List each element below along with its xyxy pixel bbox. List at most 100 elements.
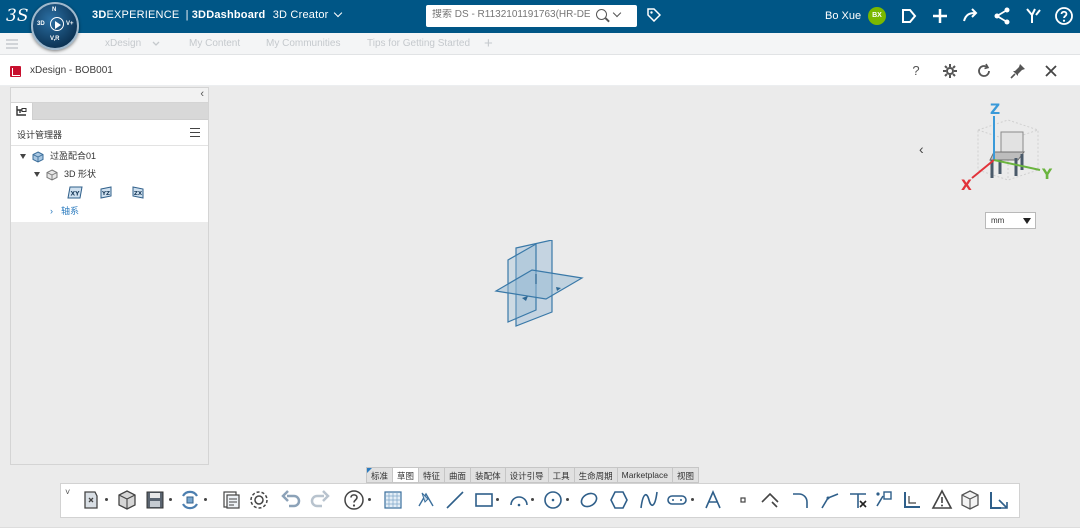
sketch-chamfer-button[interactable] — [818, 488, 842, 512]
search-box[interactable] — [426, 5, 637, 27]
search-dropdown-icon[interactable] — [612, 8, 622, 18]
dropdown-dot[interactable] — [566, 498, 569, 501]
tag-icon[interactable] — [647, 8, 661, 22]
compass-widget[interactable]: N 3D V+ V,R — [31, 2, 79, 50]
chevron-right-icon[interactable]: › — [50, 206, 53, 216]
toolbar-collapse-icon[interactable]: ˅ — [65, 487, 70, 497]
expand-triangle-icon[interactable] — [20, 154, 26, 160]
dropdown-dot[interactable] — [691, 498, 694, 501]
dropdown-dot[interactable] — [531, 498, 534, 501]
tab-sketch[interactable]: 草图 — [393, 467, 420, 483]
help-icon[interactable]: ? — [906, 61, 926, 81]
exit-sketch-button[interactable] — [987, 488, 1011, 512]
zx-plane-icon[interactable]: ZX — [132, 186, 144, 199]
view-cube[interactable]: Z X Y — [958, 100, 1058, 200]
rectangle-button[interactable] — [472, 488, 496, 512]
compass-play-icon[interactable] — [50, 17, 64, 31]
tab-my-content[interactable]: My Content — [189, 38, 240, 49]
tab-tree[interactable] — [11, 103, 33, 120]
forward-share-icon[interactable] — [961, 6, 981, 26]
dropdown-dot[interactable] — [368, 498, 371, 501]
mirror-button[interactable] — [930, 488, 954, 512]
search-icon[interactable] — [596, 9, 607, 20]
trim-button[interactable] — [846, 488, 870, 512]
convert-entities-button[interactable] — [900, 488, 924, 512]
dropdown-dot[interactable] — [169, 498, 172, 501]
tab-marketplace[interactable]: Marketplace — [617, 467, 673, 483]
user-name[interactable]: Bo Xue — [825, 10, 861, 22]
share-tag-icon[interactable] — [899, 6, 919, 26]
ds-logo-icon[interactable]: 3S — [6, 6, 28, 26]
tab-tools[interactable]: 工具 — [548, 467, 575, 483]
help-circle-icon[interactable] — [1054, 6, 1074, 26]
tab-surface[interactable]: 曲面 — [445, 467, 472, 483]
tab-chevron-down-icon[interactable] — [152, 41, 160, 47]
smart-dimension-button[interactable] — [414, 488, 438, 512]
menu-icon[interactable] — [190, 128, 200, 137]
xdesign-app-icon — [10, 66, 21, 77]
app-name[interactable]: 3D Creator — [273, 9, 329, 21]
sketch-fillet-button[interactable] — [789, 488, 813, 512]
avatar[interactable]: BX — [868, 7, 886, 25]
ellipse-button[interactable] — [577, 488, 601, 512]
apps-compass-icon[interactable] — [1023, 6, 1043, 26]
dropdown-dot[interactable] — [496, 498, 499, 501]
design-manager-panel: ‹ 设计管理器 过盈配合01 3D 形状 XY YZ ZX › 轴系 — [10, 87, 209, 465]
dropdown-dot[interactable] — [105, 498, 108, 501]
dropdown-dot[interactable] — [204, 498, 207, 501]
help-button[interactable] — [342, 488, 366, 512]
update-button[interactable] — [178, 488, 202, 512]
tree-item-axes[interactable]: › 轴系 — [50, 204, 79, 220]
save-button[interactable] — [143, 488, 167, 512]
construction-button[interactable] — [758, 488, 782, 512]
insert-part-button[interactable] — [115, 488, 139, 512]
point-button[interactable] — [731, 488, 755, 512]
redo-button[interactable] — [308, 488, 332, 512]
arc-button[interactable] — [507, 488, 531, 512]
tab-view[interactable]: 视图 — [672, 467, 699, 483]
network-icon[interactable] — [992, 6, 1012, 26]
hamburger-icon[interactable] — [6, 39, 18, 49]
sketch-cube-button[interactable] — [958, 488, 982, 512]
panel-collapse-icon[interactable]: ‹ — [200, 89, 204, 100]
search-input[interactable] — [432, 9, 590, 20]
options-button[interactable] — [247, 488, 271, 512]
offset-button[interactable] — [872, 488, 896, 512]
tab-lifecycle[interactable]: 生命周期 — [574, 467, 618, 483]
spline-button[interactable] — [637, 488, 661, 512]
viewport-collapse-icon[interactable]: ‹ — [919, 141, 924, 157]
settings-icon[interactable] — [940, 61, 960, 81]
tab-xdesign[interactable]: xDesign — [105, 38, 141, 49]
close-icon[interactable] — [1041, 61, 1061, 81]
expand-triangle-icon[interactable] — [34, 172, 40, 178]
tree-item-3d-shape[interactable]: 3D 形状 — [34, 167, 96, 183]
add-icon[interactable] — [930, 6, 950, 26]
compass-north-label: N — [52, 7, 57, 13]
tab-assembly[interactable]: 装配体 — [471, 467, 506, 483]
tab-my-communities[interactable]: My Communities — [266, 38, 340, 49]
line-button[interactable] — [443, 488, 467, 512]
refresh-icon[interactable] — [974, 61, 994, 81]
add-tab-button[interactable]: + — [484, 35, 493, 52]
tab-features[interactable]: 特征 — [419, 467, 446, 483]
tab-design-guidance[interactable]: 设计引导 — [505, 467, 549, 483]
undo-button[interactable] — [279, 488, 303, 512]
yz-plane-icon[interactable]: YZ — [100, 186, 112, 199]
unit-dropdown-icon[interactable] — [1023, 218, 1031, 224]
unit-select[interactable]: mm — [985, 212, 1036, 229]
new-part-button[interactable] — [79, 488, 103, 512]
tab-tips[interactable]: Tips for Getting Started — [367, 38, 470, 49]
tab-standard[interactable]: 标准 — [366, 467, 394, 483]
text-button[interactable] — [701, 488, 725, 512]
tree-item-root[interactable]: 过盈配合01 — [20, 149, 96, 165]
properties-button[interactable] — [219, 488, 243, 512]
polygon-button[interactable] — [607, 488, 631, 512]
xy-plane-icon[interactable]: XY — [67, 186, 83, 199]
pin-icon[interactable] — [1008, 61, 1028, 81]
zx-plane-label: ZX — [134, 191, 143, 197]
origin-planes-graphic[interactable] — [492, 240, 586, 328]
circle-button[interactable] — [541, 488, 565, 512]
sketch-grid-button[interactable] — [381, 488, 405, 512]
slot-button[interactable] — [665, 488, 689, 512]
app-chevron-down-icon[interactable] — [333, 8, 342, 18]
